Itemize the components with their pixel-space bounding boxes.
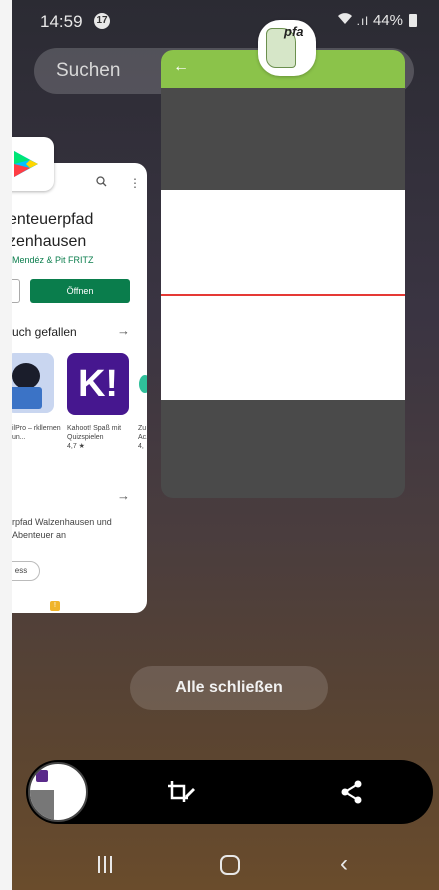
back-arrow-icon[interactable]: ← xyxy=(173,58,189,76)
home-icon[interactable] xyxy=(220,855,240,875)
trail-app-icon[interactable]: pfa xyxy=(258,20,316,76)
app-icon-text: pfa xyxy=(284,24,304,39)
recent-app-card-trail-map[interactable]: ← xyxy=(161,50,405,498)
app-icon-kahoot[interactable]: K! xyxy=(67,353,129,415)
clock: 14:59 xyxy=(40,12,83,31)
recent-app-card-play-store[interactable]: ⋮ enteuerpfad zenhausen Mendéz & Pit FRI… xyxy=(12,163,147,613)
screenshot-toolbar xyxy=(26,760,433,824)
screenshot-thumbnail[interactable] xyxy=(28,762,88,822)
battery-icon xyxy=(409,14,417,27)
notification-count-badge: 17 xyxy=(94,13,110,29)
tag-chip[interactable]: ess xyxy=(12,561,40,581)
wifi-icon xyxy=(337,12,353,29)
app-label: Zu Ac... 4, xyxy=(138,425,147,450)
open-button[interactable]: Öffnen xyxy=(30,279,130,303)
crop-edit-icon[interactable] xyxy=(166,778,196,806)
arrow-right-icon[interactable]: → xyxy=(117,488,130,503)
app-label: ilPro – rkllernen un... xyxy=(12,425,61,441)
recents-screen: 14:59 17 .ıl 44% Suchen ⋮ enteuerpfad ze… xyxy=(12,0,439,890)
battery-percent: 44% xyxy=(372,12,403,29)
badge-icon: ! xyxy=(50,601,60,611)
more-options-icon[interactable]: ⋮ xyxy=(129,176,141,190)
app-title: enteuerpfad zenhausen xyxy=(12,211,94,250)
developer-name: Mendéz & Pit FRITZ xyxy=(12,255,94,265)
status-icons: .ıl 44% xyxy=(337,12,417,29)
close-all-button[interactable]: Alle schließen xyxy=(130,666,328,710)
search-icon[interactable] xyxy=(96,176,107,190)
route-line xyxy=(161,294,405,296)
app-label: Kahoot! Spaß mit Quizspielen 4,7 ★ xyxy=(67,425,122,450)
signal-icon: .ıl xyxy=(356,13,369,28)
navigation-bar: ‹ xyxy=(12,842,439,890)
app-icon-reading[interactable] xyxy=(12,353,54,413)
app-icon-partial[interactable] xyxy=(139,375,147,393)
arrow-right-icon[interactable]: → xyxy=(117,323,130,338)
share-icon[interactable] xyxy=(338,778,368,806)
play-store-icon[interactable] xyxy=(12,137,54,191)
search-placeholder: Suchen xyxy=(56,60,121,81)
back-icon[interactable]: ‹ xyxy=(340,850,348,878)
recents-icon[interactable] xyxy=(98,856,112,873)
app-description: rpfad Walzenhausen und Abenteuer an xyxy=(12,517,112,540)
status-bar: 14:59 17 .ıl 44% xyxy=(12,0,439,40)
dark-panel xyxy=(161,88,405,190)
section-title: uch gefallen xyxy=(12,325,77,339)
uninstall-button[interactable] xyxy=(12,279,20,303)
